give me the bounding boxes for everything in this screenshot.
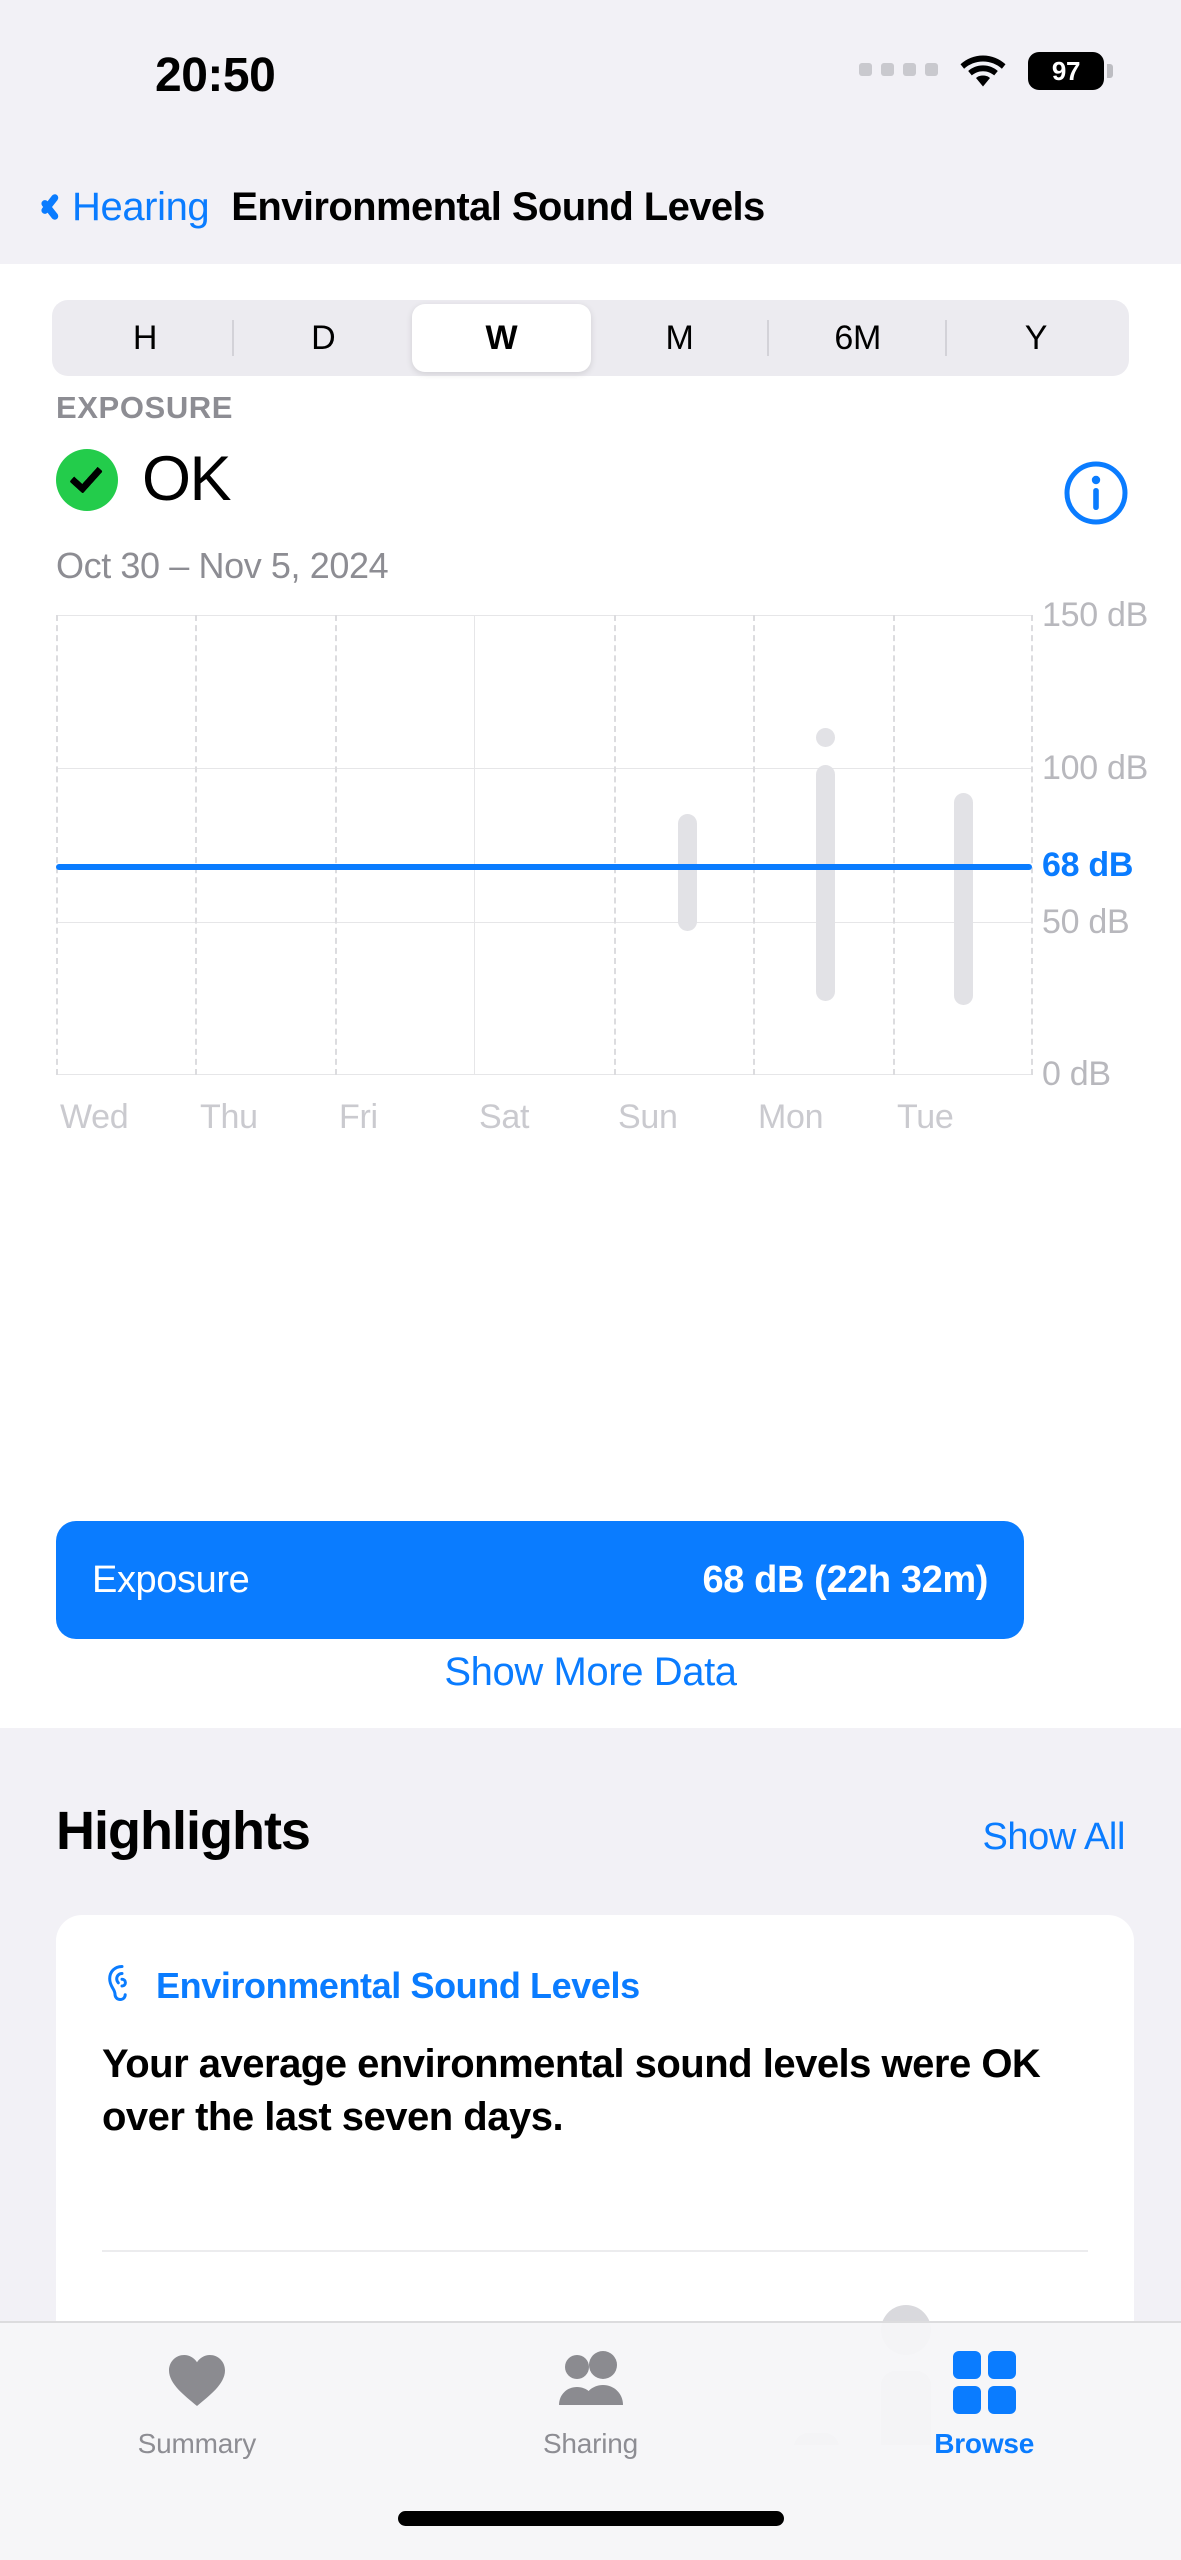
status-bar-time: 20:50 [155, 49, 276, 102]
tab-browse[interactable]: Browse [787, 2351, 1181, 2460]
day-divider-sat [474, 615, 475, 1075]
segment-option-h[interactable]: H [56, 304, 235, 372]
highlights-show-all-button[interactable]: Show All [982, 1816, 1125, 1859]
range-bar-tue [954, 793, 973, 1005]
y-axis-label-100: 100 dB [1042, 749, 1148, 787]
y-axis-label-0: 0 dB [1042, 1055, 1111, 1093]
segment-option-6m[interactable]: 6M [769, 304, 947, 372]
gridline-50 [56, 922, 1032, 923]
y-axis-label-average: 68 dB [1042, 846, 1134, 884]
x-axis-label-fri: Fri [339, 1098, 378, 1136]
tab-summary[interactable]: Summary [0, 2351, 394, 2460]
show-more-data-button[interactable]: Show More Data [0, 1650, 1181, 1695]
segment-label: W [485, 318, 518, 357]
highlights-header: Highlights Show All [0, 1800, 1181, 1862]
status-bar-indicators: 97 [859, 52, 1113, 90]
day-divider-tue [893, 615, 895, 1075]
day-divider-mon [753, 615, 755, 1075]
gridline-100 [56, 768, 1032, 769]
people-icon [556, 2351, 626, 2414]
highlight-card-header: Environmental Sound Levels [56, 1915, 1134, 2008]
segment-option-d[interactable]: D [234, 304, 412, 372]
heart-icon [166, 2351, 228, 2414]
segment-label: M [665, 318, 694, 357]
segment-label: 6M [834, 318, 882, 357]
battery-level: 97 [1051, 55, 1081, 86]
back-button[interactable]: Hearing [36, 184, 210, 230]
segment-label: D [311, 318, 336, 357]
range-bar-sun [678, 814, 697, 931]
wifi-icon [960, 54, 1006, 88]
status-bar: 20:50 97 [0, 0, 1181, 150]
outlier-dot-mon [816, 728, 835, 747]
cellular-dots-icon [859, 62, 938, 80]
tab-browse-label: Browse [934, 2428, 1035, 2459]
exposure-status-value: OK [142, 444, 232, 514]
x-axis-label-sat: Sat [479, 1098, 530, 1136]
exposure-section-label: EXPOSURE [56, 390, 234, 425]
day-divider-end [1031, 615, 1033, 1075]
segment-option-w[interactable]: W [412, 304, 591, 372]
day-divider-sun [614, 615, 616, 1075]
exposure-date-range: Oct 30 – Nov 5, 2024 [56, 545, 389, 586]
day-divider-thu [195, 615, 197, 1075]
home-indicator [397, 2511, 784, 2526]
chevron-left-icon [36, 188, 58, 226]
tab-sharing[interactable]: Sharing [394, 2351, 788, 2460]
highlight-card-divider [102, 2250, 1088, 2252]
page-title: Environmental Sound Levels [231, 184, 765, 229]
check-circle-icon [56, 448, 118, 511]
day-divider-wed [56, 615, 58, 1075]
average-line [56, 864, 1032, 870]
tab-summary-label: Summary [137, 2428, 257, 2459]
highlight-card-title: Environmental Sound Levels [156, 1964, 640, 2006]
time-range-segmented-control[interactable]: H D W M 6M Y [52, 300, 1129, 376]
phone-screen: 20:50 97 Hearing Environmental Sound Lev… [0, 0, 1181, 2560]
exposure-status-row: OK [56, 444, 232, 514]
gridline-150 [56, 615, 1032, 616]
segment-option-y[interactable]: Y [947, 304, 1125, 372]
day-divider-fri [335, 615, 337, 1075]
y-axis-label-50: 50 dB [1042, 903, 1130, 941]
x-axis-label-tue: Tue [897, 1098, 954, 1136]
ear-icon [102, 1963, 142, 2008]
exposure-summary-value: 68 dB (22h 32m) [702, 1558, 989, 1601]
segment-label: Y [1024, 318, 1048, 357]
x-axis-label-sun: Sun [618, 1098, 678, 1136]
range-bar-mon [816, 765, 835, 1001]
segment-option-m[interactable]: M [591, 304, 769, 372]
info-circle-icon[interactable] [1063, 460, 1129, 526]
x-axis-label-thu: Thu [200, 1098, 258, 1136]
highlights-title: Highlights [56, 1801, 311, 1861]
exposure-summary-bar[interactable]: Exposure 68 dB (22h 32m) [56, 1521, 1024, 1639]
highlight-card-body: Your average environmental sound levels … [102, 2042, 1041, 2139]
x-axis-label-wed: Wed [60, 1098, 129, 1136]
gridline-0 [56, 1074, 1032, 1075]
exposure-summary-label: Exposure [92, 1558, 250, 1601]
sound-levels-chart [56, 615, 1033, 1075]
grid-icon [952, 2351, 1016, 2414]
tab-sharing-label: Sharing [542, 2428, 639, 2459]
navigation-bar: Hearing Environmental Sound Levels [0, 150, 1181, 264]
y-axis-label-150: 150 dB [1042, 596, 1148, 634]
segment-label: H [132, 318, 158, 357]
battery-icon: 97 [1028, 52, 1113, 90]
back-button-label: Hearing [72, 184, 210, 229]
x-axis-label-mon: Mon [758, 1098, 824, 1136]
